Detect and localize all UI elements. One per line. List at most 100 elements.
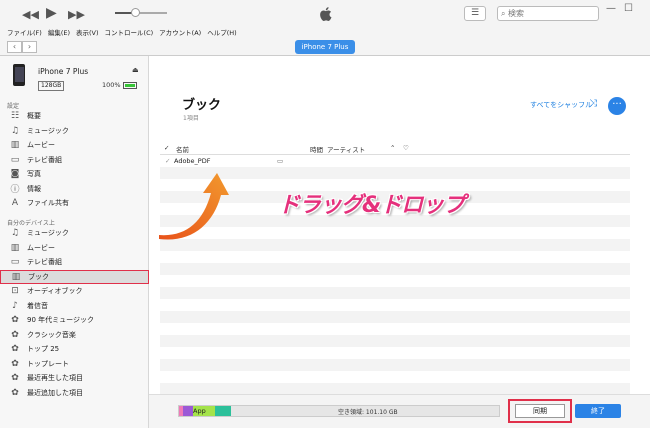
table-row: [160, 335, 630, 347]
forward-button[interactable]: ›: [22, 41, 37, 53]
check-column-icon[interactable]: ✓: [164, 144, 169, 152]
sidebar-item-label: 概要: [27, 112, 41, 121]
storage-segment-teal: [215, 406, 231, 416]
audiobook-icon: ⊡: [11, 286, 19, 297]
menu-controls[interactable]: コントロール(C): [102, 28, 157, 39]
summary-icon: ☷: [10, 111, 20, 122]
menu-help[interactable]: ヘルプ(H): [204, 28, 239, 39]
shuffle-icon[interactable]: ⤨: [589, 98, 597, 109]
sidebar-item-device-0[interactable]: ♫ ミュージック: [0, 226, 149, 241]
navigation-bar: ‹ › iPhone 7 Plus: [0, 39, 650, 56]
list-view-button[interactable]: ☰: [464, 6, 486, 21]
sidebar-item-label: トップレート: [27, 359, 69, 368]
sidebar-item-settings-4[interactable]: ◙ 写真: [0, 167, 149, 182]
more-options-button[interactable]: ···: [608, 97, 626, 115]
play-button[interactable]: ▶: [46, 5, 57, 21]
eject-icon[interactable]: ⏏: [132, 66, 139, 74]
storage-segment-purple: [183, 406, 193, 416]
heart-column-icon[interactable]: ♡: [403, 144, 409, 152]
device-capacity: 128GB: [38, 81, 65, 91]
shuffle-all-link[interactable]: すべてをシャッフル: [530, 100, 592, 110]
device-button[interactable]: iPhone 7 Plus: [295, 40, 355, 54]
page-title: ブック: [182, 98, 222, 113]
search-input[interactable]: ⌕ 検索: [497, 6, 599, 21]
search-placeholder: 検索: [508, 9, 525, 18]
sidebar-item-label: ブック: [28, 272, 49, 281]
menu-view[interactable]: 表示(V): [73, 28, 102, 39]
apps-icon: A: [11, 198, 19, 209]
sidebar-item-device-4[interactable]: ⊡ オーディオブック: [0, 284, 149, 299]
battery-percent: 100%: [102, 81, 121, 89]
sidebar-item-device-11[interactable]: ✿ 最近追加した項目: [0, 386, 149, 401]
sidebar-item-label: トップ 25: [27, 345, 60, 354]
minimize-button[interactable]: —: [606, 3, 616, 14]
fast-forward-button[interactable]: ▶▶: [68, 8, 85, 21]
orange-arrow-icon: [159, 173, 229, 240]
sort-arrow-icon[interactable]: ⌃: [390, 144, 395, 152]
book-icon: ▥: [11, 271, 21, 282]
film-icon: ▥: [10, 140, 20, 151]
device-name: iPhone 7 Plus: [38, 67, 89, 76]
table-header: ✓ 名前 時間 アーティスト ⌃ ♡: [160, 143, 630, 155]
gear-icon: ✿: [11, 373, 19, 384]
back-button[interactable]: ‹: [7, 41, 22, 53]
bell-icon: ♪: [12, 300, 18, 311]
drag-drop-annotation: ドラッグ&ドロップ: [278, 193, 465, 218]
artist-column-header[interactable]: アーティスト: [327, 144, 365, 154]
sidebar-item-label: テレビ番組: [27, 155, 62, 164]
sidebar-item-settings-0[interactable]: ☷ 概要: [0, 109, 149, 124]
music-note-icon: ♫: [10, 228, 20, 239]
menu-edit[interactable]: 編集(E): [45, 28, 73, 39]
sidebar-item-label: ファイル共有: [27, 199, 69, 208]
rewind-button[interactable]: ◀◀: [22, 8, 39, 21]
sidebar: iPhone 7 Plus ⏏ 128GB 100% 設定 ☷ 概要 ♫ ミュージック…: [0, 56, 149, 428]
table-row: [160, 311, 630, 323]
sync-button[interactable]: 同期: [515, 404, 565, 418]
sidebar-item-label: 写真: [27, 170, 41, 179]
sidebar-item-settings-1[interactable]: ♫ ミュージック: [0, 124, 149, 139]
iphone-screen: [14, 66, 24, 82]
sidebar-item-device-3[interactable]: ▥ ブック: [0, 269, 149, 284]
sidebar-item-device-9[interactable]: ✿ トップレート: [0, 357, 149, 372]
maximize-button[interactable]: ☐: [624, 3, 633, 14]
table-row: [160, 287, 630, 299]
name-column-header[interactable]: 名前: [176, 144, 189, 154]
table-row: [160, 371, 630, 383]
sidebar-item-label: 最近再生した項目: [27, 374, 83, 383]
done-button[interactable]: 終了: [575, 404, 621, 418]
row-checkbox[interactable]: ✓: [165, 157, 170, 165]
menu-account[interactable]: アカウント(A): [156, 28, 204, 39]
sidebar-item-device-8[interactable]: ✿ トップ 25: [0, 342, 149, 357]
time-column-header[interactable]: 時間: [310, 144, 323, 154]
table-row: [160, 251, 630, 263]
sidebar-item-device-2[interactable]: ▭ テレビ番組: [0, 255, 149, 270]
music-note-icon: ♫: [10, 125, 20, 136]
item-count: 1項目: [183, 115, 199, 122]
sidebar-item-device-5[interactable]: ♪ 着信音: [0, 299, 149, 314]
table-row: [160, 359, 630, 371]
sidebar-item-settings-5[interactable]: ⓘ 情報: [0, 182, 149, 197]
apple-logo-icon: [320, 7, 332, 22]
sidebar-item-label: ムービー: [27, 141, 55, 150]
sidebar-item-settings-6[interactable]: A ファイル共有: [0, 196, 149, 211]
gear-icon: ✿: [11, 387, 19, 398]
table-row: [160, 323, 630, 335]
volume-slider-knob[interactable]: [131, 8, 140, 17]
table-row: [160, 299, 630, 311]
sidebar-item-label: ミュージック: [27, 229, 69, 238]
search-icon: ⌕: [501, 9, 506, 18]
gear-icon: ✿: [11, 329, 19, 340]
sidebar-item-device-10[interactable]: ✿ 最近再生した項目: [0, 371, 149, 386]
sidebar-item-device-7[interactable]: ✿ クラシック音楽: [0, 328, 149, 343]
tv-icon: ▭: [10, 257, 20, 268]
sidebar-item-label: クラシック音楽: [27, 330, 76, 339]
sidebar-item-settings-2[interactable]: ▥ ムービー: [0, 138, 149, 153]
storage-free-label: 空き領域: 101.10 GB: [338, 409, 398, 416]
menu-file[interactable]: ファイル(F): [4, 28, 45, 39]
sidebar-item-settings-3[interactable]: ▭ テレビ番組: [0, 153, 149, 168]
row-name: Adobe_PDF: [174, 157, 211, 165]
sidebar-item-label: ミュージック: [27, 126, 69, 135]
gear-icon: ✿: [11, 358, 19, 369]
sidebar-item-device-1[interactable]: ▥ ムービー: [0, 241, 149, 256]
sidebar-item-device-6[interactable]: ✿ 90 年代ミュージック: [0, 313, 149, 328]
